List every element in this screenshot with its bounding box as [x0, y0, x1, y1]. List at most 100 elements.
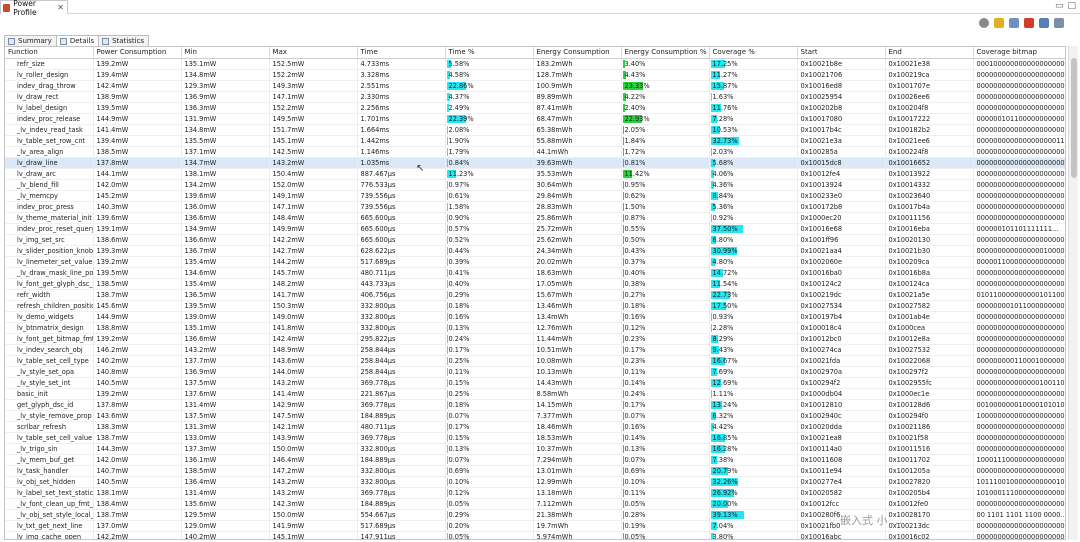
layout-icon[interactable]: [1039, 18, 1049, 28]
close-icon[interactable]: ✕: [57, 3, 64, 12]
table-row[interactable]: lv_draw_rect 138.9mW 136.9mW 147.1mW 2.330ms…: [5, 91, 1065, 103]
column-header-energy-consumption[interactable]: Energy Consumption: [533, 47, 622, 59]
cell-text: 000000000000000000011...: [976, 136, 1066, 145]
table-row[interactable]: lv_img_cache_open 142.2mW 140.2mW 145.1mW 14…: [5, 531, 1065, 540]
table-row[interactable]: lv_table_set_cell_value 138.7mW 133.0mW 143…: [5, 432, 1065, 444]
table-row[interactable]: lv_table_set_row_cnt 139.4mW 135.5mW 145.1m…: [5, 135, 1066, 147]
cell-text: 0x10021ea8: [800, 433, 842, 442]
table-row[interactable]: get_glyph_dsc_id 137.8mW 131.4mW 142.9mW 369…: [5, 399, 1065, 411]
cell-text: 295.822µs: [360, 334, 396, 343]
cell-text: 000100000000000000000...: [976, 59, 1066, 68]
table-row[interactable]: scrlbar_refresh 138.3mW 131.3mW 142.1mW 480.…: [5, 421, 1065, 433]
cell-start: 0x1002970a: [797, 366, 886, 378]
cell-text: 138.5mW: [184, 466, 217, 475]
delete-icon[interactable]: [1024, 18, 1034, 28]
table-row[interactable]: lv_roller_design 139.4mW 134.8mW 152.2mW 3.3…: [5, 69, 1065, 81]
cell-text: 000000000000000000000...: [976, 103, 1066, 112]
cell-text: 369.778µs: [360, 400, 396, 409]
percentage-bar: [446, 433, 448, 442]
cell-coverage: 8.84%: [709, 190, 798, 202]
cell-time: 0.12%: [445, 487, 534, 499]
table-row[interactable]: lv_font_get_bitmap_fmt_ 139.2mW 136.6mW 142…: [5, 333, 1065, 345]
table-row[interactable]: lv_label_set_text_static 138.1mW 131.4mW 14…: [5, 487, 1065, 499]
table-row[interactable]: lv_txt_get_next_line 137.0mW 129.0mW 141.9m…: [5, 520, 1065, 532]
export-icon[interactable]: [1009, 18, 1019, 28]
table-row[interactable]: _lv_draw_mask_line_point139.5mW 134.6mW 14…: [5, 267, 1065, 279]
cell-text: 18.46mWh: [536, 422, 573, 431]
cell-max: 152.2mW: [269, 69, 358, 81]
table-row[interactable]: refresh_children_position 145.6mW 139.5mW 1…: [5, 300, 1065, 312]
column-header-max[interactable]: Max: [269, 47, 358, 59]
table-row[interactable]: _lv_font_clean_up_fmt_tx 138.4mW 135.6mW 14…: [5, 498, 1065, 510]
view-tab-power-profile[interactable]: Power Profile ✕: [0, 0, 68, 17]
table-row[interactable]: lv_draw_line 137.8mW 134.7mW 143.2mW 1.035ms…: [5, 157, 1065, 169]
table-row[interactable]: lv_table_set_cell_type 140.2mW 137.7mW 143.…: [5, 355, 1065, 367]
percentage-bar: [446, 323, 448, 332]
table-row[interactable]: _lv_memcpy 145.2mW 139.6mW 149.1mW 739.556µs…: [5, 190, 1065, 202]
cell-start: 0x10011e94: [797, 465, 886, 477]
cell-text: 7.294mWh: [536, 455, 573, 464]
cell-max: 144.0mW: [269, 366, 358, 378]
table-row[interactable]: indev_proc_release 144.9mW 131.9mW 149.5mW 1…: [5, 113, 1065, 125]
column-header-time[interactable]: Time: [357, 47, 446, 59]
table-row[interactable]: indev_drag_throw 142.4mW 129.3mW 149.3mW 2.5…: [5, 80, 1065, 92]
cell-coverage-bitmap: 000000000000000000000...: [973, 157, 1065, 169]
table-row[interactable]: lv_demo_widgets 144.9mW 139.0mW 149.0mW 332.…: [5, 311, 1065, 323]
column-header-end[interactable]: End: [885, 47, 974, 59]
column-header-power-consumption[interactable]: Power Consumption: [93, 47, 182, 59]
table-row[interactable]: lv_img_set_src 138.6mW 136.6mW 142.2mW 665.6…: [5, 234, 1065, 246]
column-header-min[interactable]: Min: [181, 47, 270, 59]
column-header-function[interactable]: Function: [5, 47, 94, 59]
refresh-icon[interactable]: [979, 18, 989, 28]
settings-icon[interactable]: [1054, 18, 1064, 28]
column-header-time[interactable]: Time %: [445, 47, 534, 59]
column-header-energy-consumption[interactable]: Energy Consumption %: [621, 47, 710, 59]
table-row[interactable]: lv_draw_arc 144.1mW 138.1mW 150.4mW 887.467µ…: [5, 168, 1065, 180]
column-header-start[interactable]: Start: [797, 47, 886, 59]
scrollbar-thumb[interactable]: [1071, 58, 1077, 178]
table-row[interactable]: _lv_blend_fill 142.0mW 134.2mW 152.0mW 776.5…: [5, 179, 1065, 191]
cell-time: 2.551ms: [357, 80, 446, 92]
table-row[interactable]: _lv_obj_set_style_local_in 138.7mW 129.5mW…: [5, 509, 1065, 521]
table-row[interactable]: lv_task_handler 140.7mW 138.5mW 147.2mW 332.…: [5, 465, 1065, 477]
table-row[interactable]: lv_indev_search_obj 146.2mW 143.2mW 148.9mW…: [5, 344, 1065, 356]
tab-details[interactable]: Details: [55, 35, 100, 46]
table-row[interactable]: lv_theme_material_init 139.6mW 136.6mW 148.…: [5, 212, 1065, 224]
table-row[interactable]: refr_width 138.7mW 136.5mW 141.7mW 406.756µs…: [5, 289, 1065, 301]
table-row[interactable]: lv_btnmatrix_design 138.8mW 135.1mW 141.8mW…: [5, 322, 1065, 334]
column-header-coverage[interactable]: Coverage %: [709, 47, 798, 59]
table-row[interactable]: lv_label_design 139.5mW 136.3mW 152.2mW 2.25…: [5, 102, 1066, 114]
table-row[interactable]: _lv_style_set_opa 140.8mW 136.9mW 144.0mW 25…: [5, 366, 1065, 378]
table-row[interactable]: lv_font_get_glyph_dsc_fr 138.5mW 135.4mW 14…: [5, 278, 1065, 290]
pause-icon[interactable]: [994, 18, 1004, 28]
table-row[interactable]: _lv_indev_read_task 141.4mW 134.8mW 151.7mW…: [5, 124, 1065, 136]
tab-summary-label: Summary: [18, 37, 52, 45]
table-row[interactable]: lv_obj_set_hidden 140.5mW 136.4mW 143.2mW 33…: [5, 476, 1065, 488]
cell-text: 0x10016c02: [888, 532, 930, 540]
table-row[interactable]: indev_proc_press 140.3mW 136.0mW 147.1mW 739…: [5, 201, 1065, 213]
table-row[interactable]: lv_slider_position_knob 139.3mW 136.7mW 142…: [5, 245, 1065, 257]
minimize-icon[interactable]: ▭: [1055, 1, 1064, 11]
cell-text: 184.889µs: [360, 499, 396, 508]
table-row[interactable]: lv_linemeter_set_value 139.2mW 135.4mW 144.…: [5, 256, 1065, 268]
table-row[interactable]: refr_size 139.2mW 135.1mW 152.5mW 4.733ms 5.5…: [5, 58, 1066, 70]
cell-coverage: 30.99%: [709, 245, 798, 257]
table-row[interactable]: _lv_style_set_int 140.5mW 137.5mW 143.2mW 36…: [5, 377, 1065, 389]
table-row[interactable]: _lv_area_align 138.5mW 137.1mW 142.5mW 1.146…: [5, 146, 1065, 158]
percentage-bar: [622, 147, 624, 156]
column-header-coverage-bitmap[interactable]: Coverage bitmap: [973, 47, 1065, 59]
cell-text: 0x10021a5e: [888, 290, 930, 299]
table-row[interactable]: _lv_trigo_sin 144.3mW 137.3mW 150.0mW 332.80…: [5, 443, 1065, 455]
table-row[interactable]: _lv_mem_buf_get 142.0mW 136.1mW 146.4mW 184.…: [5, 454, 1065, 466]
maximize-icon[interactable]: □: [1067, 1, 1076, 11]
tab-summary[interactable]: Summary: [4, 35, 57, 46]
cell-text: 143.6mW: [272, 356, 305, 365]
table-row[interactable]: _lv_style_remove_prop 143.6mW 137.5mW 147.5…: [5, 410, 1065, 422]
cell-text: 9.43%: [712, 345, 734, 354]
table-row[interactable]: indev_proc_reset_query_h 139.1mW 134.9mW 14…: [5, 223, 1065, 235]
cell-max: 150.3mW: [269, 300, 358, 312]
cell-energy-consumption: 0.12%: [621, 322, 710, 334]
vertical-scrollbar[interactable]: [1068, 46, 1078, 540]
table-row[interactable]: basic_init 139.2mW 137.6mW 141.4mW 221.867µs…: [5, 388, 1065, 400]
tab-statistics[interactable]: Statistics: [98, 35, 150, 46]
